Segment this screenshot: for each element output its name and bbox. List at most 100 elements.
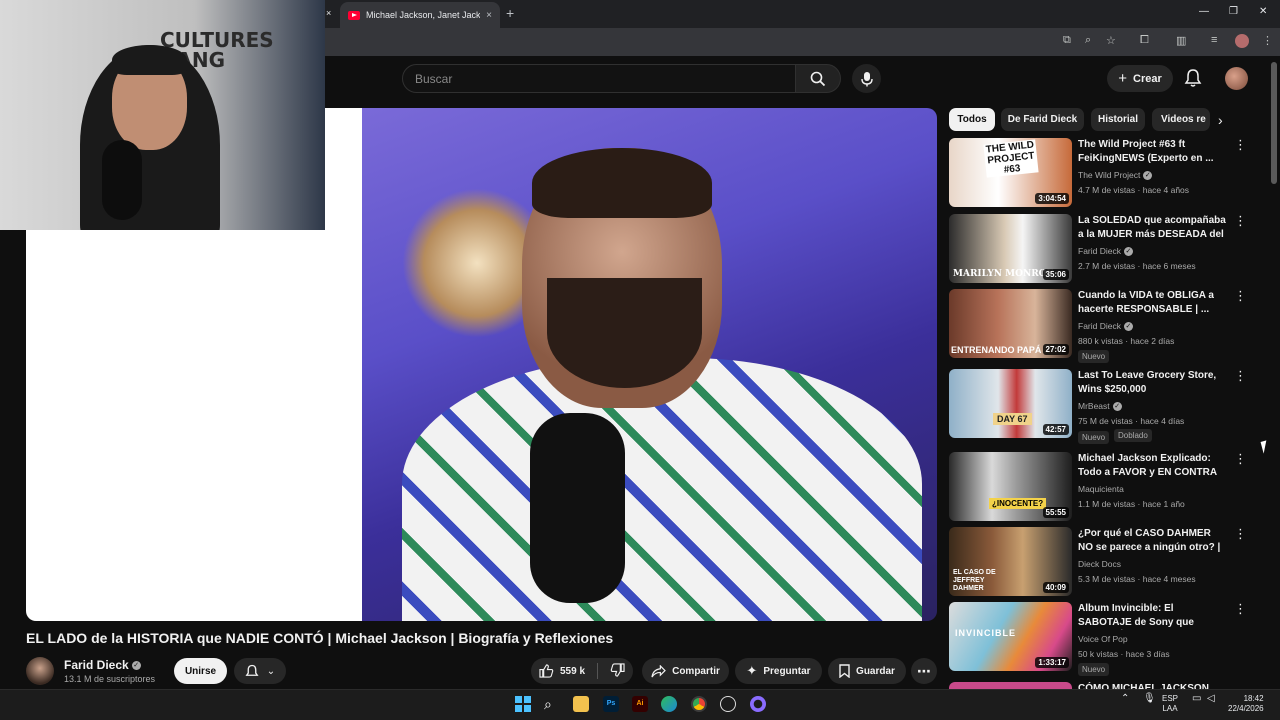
more-vertical-icon[interactable]: ⋮ xyxy=(1234,527,1247,540)
recommendation-channel[interactable]: Farid Dieck ✓ xyxy=(1078,246,1133,257)
app-icon[interactable] xyxy=(750,696,766,712)
recommendation-title[interactable]: Album Invincible: El SABOTAJE de Sony qu… xyxy=(1078,602,1228,630)
recommendation-title[interactable]: La SOLEDAD que acompañaba a la MUJER más… xyxy=(1078,214,1228,242)
ask-button[interactable]: ✦ Preguntar xyxy=(735,658,822,684)
like-button[interactable]: 559 k xyxy=(539,664,585,678)
recommendation-item[interactable]: ¿INOCENTE? 55:55 Michael Jackson Explica… xyxy=(949,452,1249,524)
video-thumbnail[interactable]: INVINCIBLE 1:33:17 xyxy=(949,602,1072,671)
recommendation-title[interactable]: ¿Por qué el CASO DAHMER NO se parece a n… xyxy=(1078,527,1228,555)
recommendation-title[interactable]: Cuando la VIDA te OBLIGA a hacerte RESPO… xyxy=(1078,289,1228,317)
language-code: ESP xyxy=(1162,694,1179,703)
file-explorer-icon[interactable] xyxy=(573,696,589,712)
create-button[interactable]: + Crear xyxy=(1107,65,1173,92)
webcam-tab-close-icon[interactable]: × xyxy=(326,8,331,18)
taskbar-search-icon[interactable]: ⌕ xyxy=(544,696,560,712)
more-vertical-icon[interactable]: ⋮ xyxy=(1234,369,1247,382)
chip-de-farid-dieck[interactable]: De Farid Dieck xyxy=(1001,108,1084,131)
edge-icon[interactable] xyxy=(661,696,677,712)
language-layout: LAA xyxy=(1162,704,1178,713)
more-vertical-icon[interactable]: ⋮ xyxy=(1234,452,1247,465)
photoshop-icon[interactable]: Ps xyxy=(603,696,619,712)
browser-tab[interactable]: Michael Jackson, Janet Jackson × xyxy=(340,2,500,28)
video-player[interactable] xyxy=(362,108,937,621)
recommendation-item[interactable]: MARILYN MONROE 35:06 La SOLEDAD que acom… xyxy=(949,214,1249,286)
recommendation-item[interactable]: DAY 67 42:57 Last To Leave Grocery Store… xyxy=(949,369,1249,444)
windows-start-icon[interactable] xyxy=(515,696,531,712)
video-thumbnail[interactable]: THE WILD PROJECT #63 3:04:54 xyxy=(949,138,1072,207)
more-vertical-icon[interactable]: ⋮ xyxy=(1234,602,1247,615)
more-vertical-icon[interactable]: ⋮ xyxy=(1234,138,1247,151)
tray-microphone-icon[interactable]: 🎙 xyxy=(1143,694,1156,704)
recommendation-item[interactable]: THE WILD PROJECT #63 3:04:54 The Wild Pr… xyxy=(949,138,1249,210)
video-thumbnail[interactable]: EL CASO DE JEFFREY DAHMER 40:09 xyxy=(949,527,1072,596)
chip-videos-relacionados[interactable]: Videos re xyxy=(1152,108,1210,131)
search-icon xyxy=(810,71,826,86)
channel-name-text: Farid Dieck xyxy=(64,658,129,672)
more-actions-button[interactable]: ⋯ xyxy=(911,658,937,684)
zoom-icon[interactable]: ⌕ xyxy=(1085,34,1091,47)
more-vertical-icon[interactable]: ⋮ xyxy=(1234,214,1247,227)
search-button[interactable] xyxy=(795,64,841,93)
more-vertical-icon[interactable]: ⋮ xyxy=(1234,289,1247,302)
recommendation-title[interactable]: Last To Leave Grocery Store, Wins $250,0… xyxy=(1078,369,1228,397)
page-scrollbar[interactable] xyxy=(1271,62,1277,184)
bell-icon xyxy=(245,664,259,676)
subscription-bell-button[interactable]: ⌄ xyxy=(234,658,286,684)
search-input[interactable]: Buscar xyxy=(402,64,796,93)
chip-todos[interactable]: Todos xyxy=(949,108,995,131)
notifications-button[interactable] xyxy=(1184,68,1202,93)
video-thumbnail[interactable]: DAY 67 42:57 xyxy=(949,369,1072,438)
new-badge: Nuevo xyxy=(1078,431,1110,444)
tray-volume-icon[interactable]: ◁ xyxy=(1207,694,1215,704)
minimize-icon[interactable]: — xyxy=(1199,6,1209,17)
recommendation-channel[interactable]: The Wild Project ✓ xyxy=(1078,170,1153,181)
tray-chevron-up-icon[interactable]: ⌃ xyxy=(1121,694,1129,704)
system-clock[interactable]: 18:42 22/4/2026 xyxy=(1228,694,1264,714)
account-avatar[interactable] xyxy=(1225,67,1248,90)
recommendation-title[interactable]: Michael Jackson Explicado: Todo a FAVOR … xyxy=(1078,452,1228,480)
illustrator-icon[interactable]: Ai xyxy=(632,696,648,712)
extensions-icon[interactable]: ⧠ xyxy=(1140,34,1149,47)
recommendation-channel[interactable]: MrBeast ✓ xyxy=(1078,401,1122,412)
chip-historial[interactable]: Historial xyxy=(1091,108,1145,131)
video-duration: 55:55 xyxy=(1042,507,1069,518)
keyboard-language[interactable]: ESP LAA xyxy=(1162,694,1178,714)
recommendation-channel-text: Farid Dieck xyxy=(1078,321,1121,331)
channel-name[interactable]: Farid Dieck ✓ xyxy=(64,658,141,672)
join-button[interactable]: Unirse xyxy=(174,658,227,684)
channel-avatar[interactable] xyxy=(26,657,54,685)
video-thumbnail[interactable]: ENTRENANDO PAPÁ 27:02 xyxy=(949,289,1072,358)
new-tab-icon[interactable]: + xyxy=(506,5,514,21)
window-close-icon[interactable]: ✕ xyxy=(1259,6,1267,17)
tab-close-icon[interactable]: × xyxy=(486,10,492,21)
like-count: 559 k xyxy=(559,665,586,677)
obs-icon[interactable] xyxy=(720,696,736,712)
browser-menu-icon[interactable]: ⋮ xyxy=(1262,34,1273,47)
install-app-icon[interactable]: ⧉ xyxy=(1063,34,1071,47)
thumbnail-text: ENTRENANDO PAPÁ xyxy=(951,345,1042,355)
recommendation-item[interactable]: EL CASO DE JEFFREY DAHMER 40:09 ¿Por qué… xyxy=(949,527,1249,599)
bookmark-star-icon[interactable]: ☆ xyxy=(1106,34,1116,47)
recommendation-item[interactable]: ENTRENANDO PAPÁ 27:02 Cuando la VIDA te … xyxy=(949,289,1249,363)
recommendation-meta: 880 k vistas · hace 2 días xyxy=(1078,336,1175,346)
media-control-icon[interactable]: ≡ xyxy=(1211,34,1217,46)
video-thumbnail[interactable]: MARILYN MONROE 35:06 xyxy=(949,214,1072,283)
share-button[interactable]: Compartir xyxy=(642,658,729,684)
recommendation-channel[interactable]: Maquicienta xyxy=(1078,484,1124,494)
recommendation-channel[interactable]: Dieck Docs xyxy=(1078,559,1121,569)
restore-icon[interactable]: ❐ xyxy=(1229,6,1238,17)
tray-network-icon[interactable]: ▭ xyxy=(1192,694,1201,704)
save-button[interactable]: Guardar xyxy=(828,658,906,684)
dislike-button[interactable] xyxy=(610,662,625,680)
recommendation-channel[interactable]: Farid Dieck ✓ xyxy=(1078,321,1133,332)
chevron-right-icon[interactable]: › xyxy=(1218,112,1223,128)
video-thumbnail[interactable]: ¿INOCENTE? 55:55 xyxy=(949,452,1072,521)
sidebar-icon[interactable]: ▥ xyxy=(1176,34,1186,47)
recommendation-title[interactable]: The Wild Project #63 ft FeiKingNEWS (Exp… xyxy=(1078,138,1228,166)
chrome-icon[interactable] xyxy=(691,696,707,712)
recommendation-channel[interactable]: Voice Of Pop xyxy=(1078,634,1128,644)
browser-profile-avatar[interactable] xyxy=(1235,34,1249,48)
voice-search-button[interactable] xyxy=(852,64,881,93)
thumbs-up-icon xyxy=(539,664,554,678)
recommendation-item[interactable]: INVINCIBLE 1:33:17 Album Invincible: El … xyxy=(949,602,1249,676)
